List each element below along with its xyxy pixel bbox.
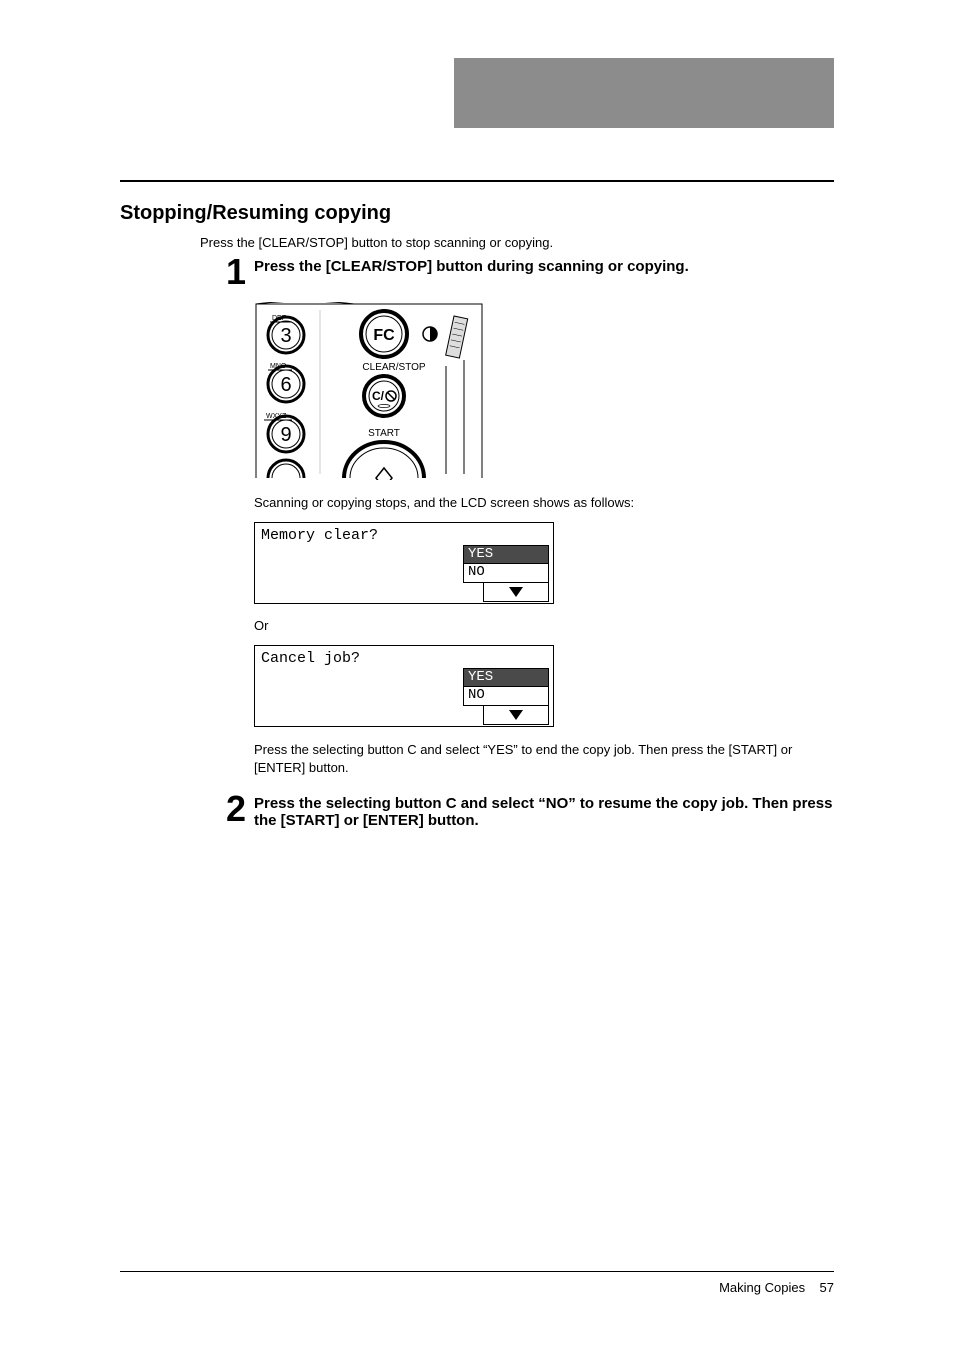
document-feed-icon bbox=[446, 316, 468, 358]
lcd1-option-no: NO bbox=[463, 564, 549, 583]
intro-text: Press the [CLEAR/STOP] button to stop sc… bbox=[200, 235, 834, 250]
or-text: Or bbox=[254, 618, 834, 633]
step-2-number: 2 bbox=[216, 791, 246, 827]
lcd-screen-2: Cancel job? YES NO bbox=[254, 645, 834, 727]
lcd2-text: Cancel job? bbox=[261, 650, 360, 667]
step-2: 2 Press the selecting button C and selec… bbox=[216, 795, 834, 829]
start-diamond-icon bbox=[376, 468, 392, 480]
control-panel-illustration: DEF 3 MNO 6 WXYZ 9 FC bbox=[254, 302, 834, 485]
lcd2-option-yes: YES bbox=[463, 668, 549, 687]
step-1: 1 Press the [CLEAR/STOP] button during s… bbox=[216, 258, 834, 290]
lcd1-down-arrow bbox=[483, 583, 549, 602]
step-1-title: Press the [CLEAR/STOP] button during sca… bbox=[254, 258, 834, 275]
footer-label: Making Copies bbox=[719, 1280, 805, 1295]
lcd2-option-no: NO bbox=[463, 687, 549, 706]
fc-button-label: FC bbox=[373, 327, 395, 344]
step-2-title: Press the selecting button C and select … bbox=[254, 795, 834, 829]
page-footer: Making Copies 57 bbox=[120, 1271, 834, 1295]
lcd2-down-arrow bbox=[483, 706, 549, 725]
top-rule bbox=[120, 180, 834, 182]
caption-after-panel: Scanning or copying stops, and the LCD s… bbox=[254, 495, 834, 510]
clear-stop-label: CLEAR/STOP bbox=[362, 362, 425, 373]
post-paragraph: Press the selecting button C and select … bbox=[254, 741, 814, 777]
header-band bbox=[454, 58, 834, 128]
key-9-label: 9 bbox=[280, 424, 291, 446]
lcd-screen-1: Memory clear? YES NO bbox=[254, 522, 834, 604]
document-page: Stopping/Resuming copying Press the [CLE… bbox=[0, 0, 954, 1351]
key-3-label: 3 bbox=[280, 325, 291, 347]
lcd1-text: Memory clear? bbox=[261, 527, 378, 544]
start-label: START bbox=[368, 428, 400, 439]
contrast-icon bbox=[423, 327, 437, 341]
clear-stop-c: C/ bbox=[372, 389, 385, 403]
lcd1-option-yes: YES bbox=[463, 545, 549, 564]
key-6-label: 6 bbox=[280, 374, 291, 396]
footer-page-number: 57 bbox=[820, 1280, 834, 1295]
step-1-number: 1 bbox=[216, 254, 246, 290]
section-title: Stopping/Resuming copying bbox=[120, 202, 834, 225]
